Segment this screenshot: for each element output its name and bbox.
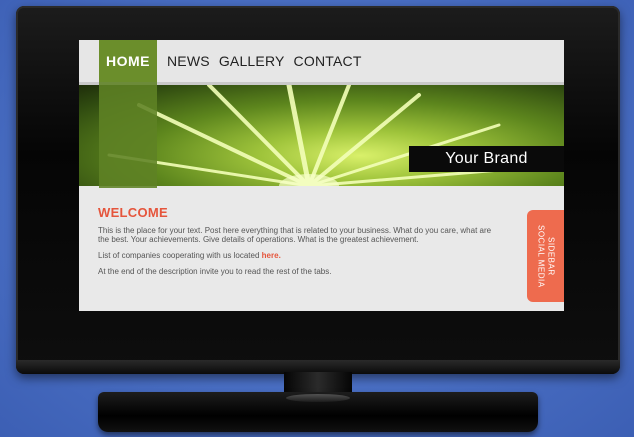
companies-text: List of companies cooperating with us lo… [98,251,262,260]
closing-paragraph: At the end of the description invite you… [98,267,332,276]
sidebar-label-line2: SOCIAL MEDIA [536,224,546,288]
here-link[interactable]: here [262,251,279,260]
intro-paragraph: This is the place for your text. Post he… [98,226,492,244]
link-period: . [278,251,281,260]
tv-stand-highlight [286,394,350,402]
sidebar-tab[interactable]: SIDEBAR SOCIAL MEDIA [527,210,564,302]
nav-gallery[interactable]: GALLERY [219,53,285,69]
tv-screen: HOME NEWS GALLERY CONTACT Your Brand WEL… [79,40,564,311]
companies-paragraph: List of companies cooperating with us lo… [98,251,498,260]
nav-news[interactable]: NEWS [167,53,210,69]
home-accent-bar [99,82,157,188]
nav-contact[interactable]: CONTACT [294,53,362,69]
top-navigation: HOME NEWS GALLERY CONTACT [79,40,564,85]
brand-label: Your Brand [409,146,564,172]
sidebar-label-line1: SIDEBAR [546,236,556,276]
nav-home[interactable]: HOME [99,40,157,82]
main-content: WELCOME This is the place for your text.… [98,205,498,283]
sidebar-label: SIDEBAR SOCIAL MEDIA [536,225,556,288]
nav-links: NEWS GALLERY CONTACT [167,40,362,82]
page-title: WELCOME [98,205,168,220]
